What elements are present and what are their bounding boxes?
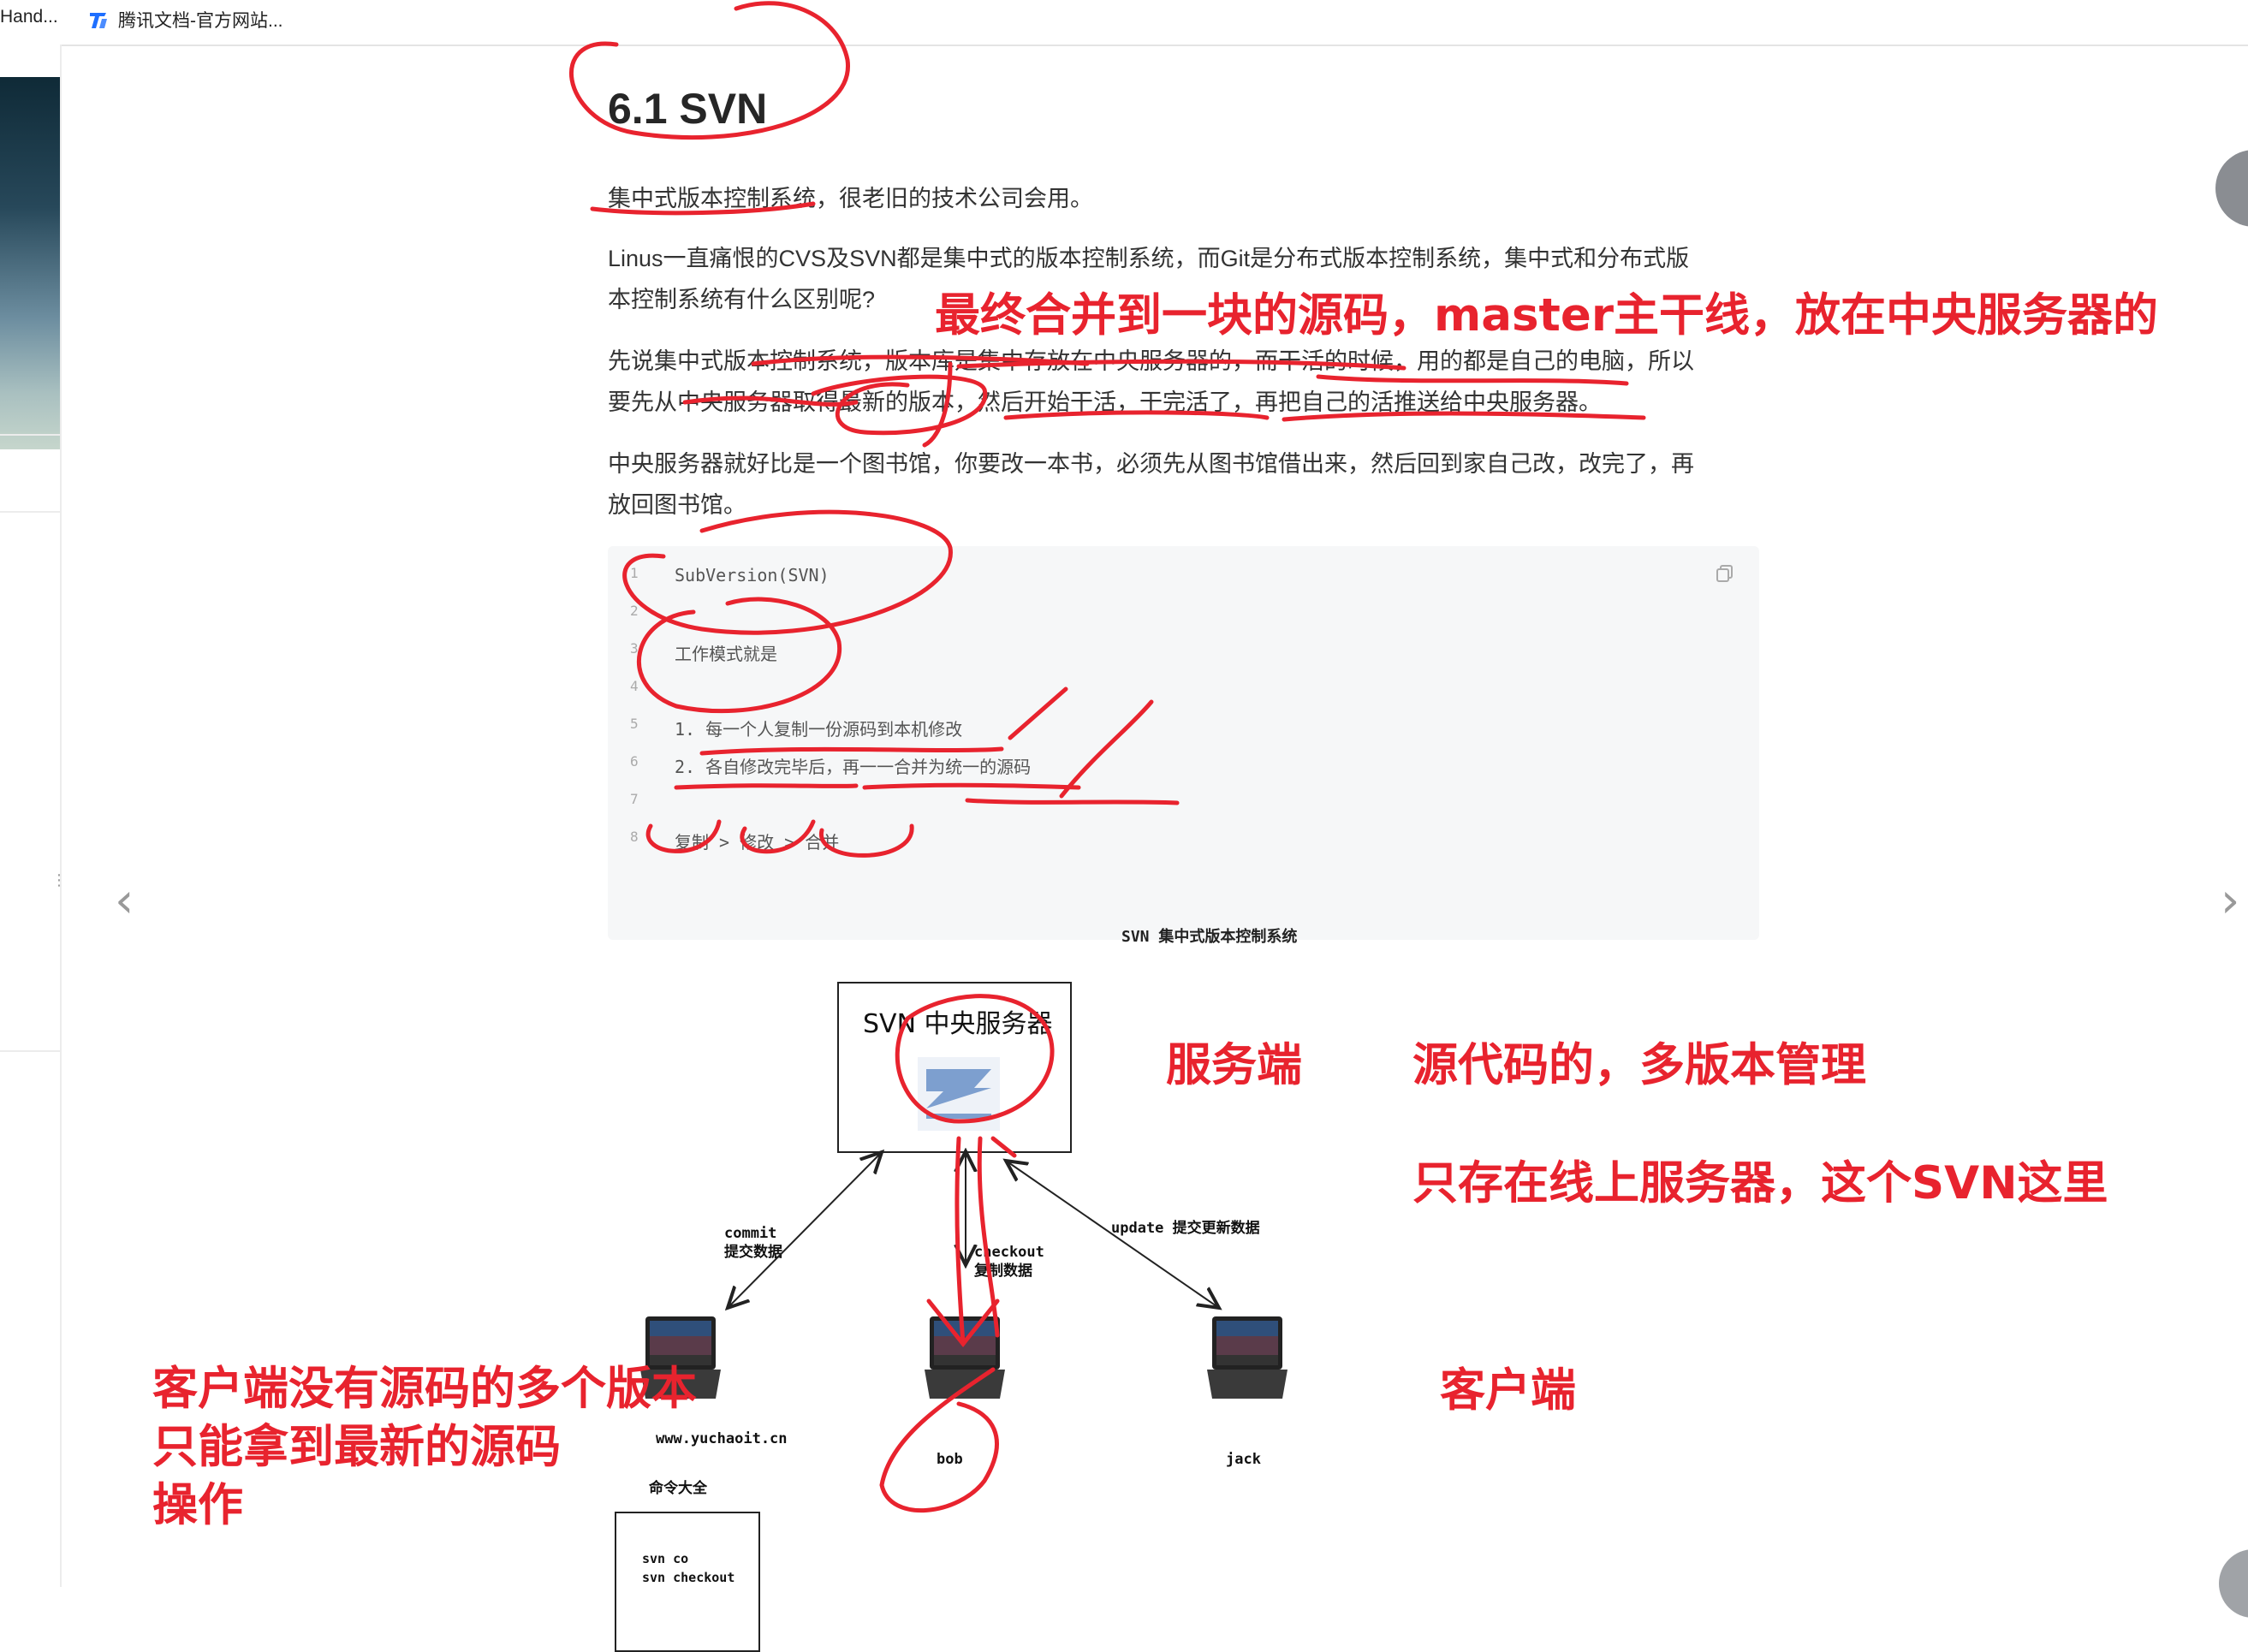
annotation-online-only: 只存在线上服务器，这个SVN这里 [1412, 1157, 2108, 1209]
annotation-client-side: 客户端 [1440, 1364, 1576, 1417]
copy-icon[interactable] [1715, 563, 1735, 584]
checkout-label-en: checkout [974, 1244, 1044, 1261]
commit-label-en: commit [724, 1225, 777, 1242]
paragraph-centralized: 先说集中式版本控制系统，版本库是集中存放在中央服务器的，而干活的时候，用的都是自… [608, 341, 1759, 423]
annotation-client-note: 客户端没有源码的多个版本 [152, 1363, 697, 1415]
bookmark-label: 腾讯文档-官方网站... [118, 11, 283, 31]
paragraph-intro: 集中式版本控制系统，很老旧的技术公司会用。 [608, 178, 1759, 219]
tencent-docs-icon [90, 13, 107, 28]
sidebar-divider [0, 1050, 60, 1052]
code-text: 工作模式就是 [675, 644, 777, 664]
svn-server-box: SVN 中央服务器 [837, 982, 1072, 1153]
laptop-icon [1207, 1316, 1288, 1399]
code-text: 1. 每一个人复制一份源码到本机修改 [675, 719, 963, 740]
prev-arrow-icon[interactable]: ‹ [115, 873, 134, 929]
command-line: svn co [642, 1551, 689, 1566]
paragraph-text: 集中式版本控制系统，很老旧的技术公司会用。 [608, 186, 1093, 211]
paragraph-library: 中央服务器就好比是一个图书馆，你要改一本书，必须先从图书馆借出来，然后回到家自己… [608, 443, 1759, 526]
line-number: 8 [630, 829, 639, 845]
line-number: 3 [630, 640, 639, 657]
commands-title: 命令大全 [649, 1480, 707, 1497]
floating-menu-button[interactable] [2215, 150, 2248, 227]
bookmark-tencent-docs[interactable]: 腾讯文档-官方网站... [87, 7, 283, 33]
paragraph-line: Linus一直痛恨的CVS及SVN都是集中式的版本控制系统，而Git是分布式版本… [608, 246, 1690, 271]
code-text: 复制 > 修改 > 合并 [675, 832, 840, 853]
laptop-icon [925, 1316, 1005, 1399]
commit-label: commit 提交数据 [724, 1224, 782, 1262]
code-text: 2. 各自修改完毕后，再一一合并为统一的源码 [675, 757, 1032, 777]
line-number: 4 [630, 678, 639, 694]
sidebar-cover-image[interactable] [0, 77, 60, 449]
checkout-label: checkout 复制数据 [974, 1243, 1044, 1281]
bookmarks-bar: Hand... 腾讯文档-官方网站... [0, 0, 2248, 46]
left-sidebar: ⋮ [0, 45, 67, 1587]
line-number: 7 [630, 791, 639, 807]
sidebar-divider [0, 511, 60, 513]
client-label-bob: bob [937, 1451, 963, 1468]
line-number: 5 [630, 716, 639, 732]
line-number: 2 [630, 603, 639, 619]
section-heading: 6.1 SVN [608, 85, 768, 133]
server-label: SVN 中央服务器 [863, 1009, 1053, 1039]
line-number: 6 [630, 753, 639, 770]
commit-label-cn: 提交数据 [724, 1244, 782, 1261]
paragraph-line: 要先从中央服务器取得最新的版本，然后开始干活，干完活了，再把自己的活推送给中央服… [608, 389, 1602, 415]
paragraph-line: 中央服务器就好比是一个图书馆，你要改一本书，必须先从图书馆借出来，然后回到家自己… [608, 451, 1694, 477]
floating-action-button[interactable] [2219, 1549, 2248, 1618]
annotation-multi-version: 源代码的，多版本管理 [1412, 1039, 1866, 1091]
update-label: update 提交更新数据 [1111, 1220, 1260, 1237]
next-arrow-icon[interactable]: › [2221, 873, 2239, 929]
paragraph-line: 先说集中式版本控制系统，版本库是集中存放在中央服务器的，而干活的时候，用的都是自… [608, 348, 1694, 374]
line-number: 1 [630, 565, 639, 581]
annotation-server-side: 服务端 [1166, 1039, 1302, 1091]
bookmark-hand[interactable]: Hand... [0, 7, 58, 27]
resize-handle[interactable]: ⋮ [51, 872, 67, 897]
subversion-logo-icon [918, 1057, 1000, 1131]
annotation-master: 最终合并到一块的源码，master主干线，放在中央服务器的 [935, 289, 2158, 342]
command-line: svn checkout [642, 1570, 735, 1585]
code-block: 1 SubVersion(SVN) 2 3 工作模式就是 4 5 1. 每一个人复制一… [608, 546, 1759, 940]
annotation-client-note: 操作 [152, 1479, 243, 1531]
sidebar-divider [0, 434, 60, 436]
annotation-client-note: 只能拿到最新的源码 [152, 1421, 561, 1473]
client-label-left: www.yuchaoit.cn [656, 1430, 788, 1447]
paragraph-line: 放回图书馆。 [608, 492, 746, 518]
client-label-jack: jack [1226, 1451, 1261, 1468]
command-box: svn co svn checkout [615, 1512, 760, 1652]
code-text: SubVersion(SVN) [675, 565, 830, 585]
diagram-title: SVN 集中式版本控制系统 [1121, 928, 1298, 946]
bookmark-label: Hand... [0, 7, 58, 27]
checkout-label-cn: 复制数据 [974, 1263, 1032, 1280]
